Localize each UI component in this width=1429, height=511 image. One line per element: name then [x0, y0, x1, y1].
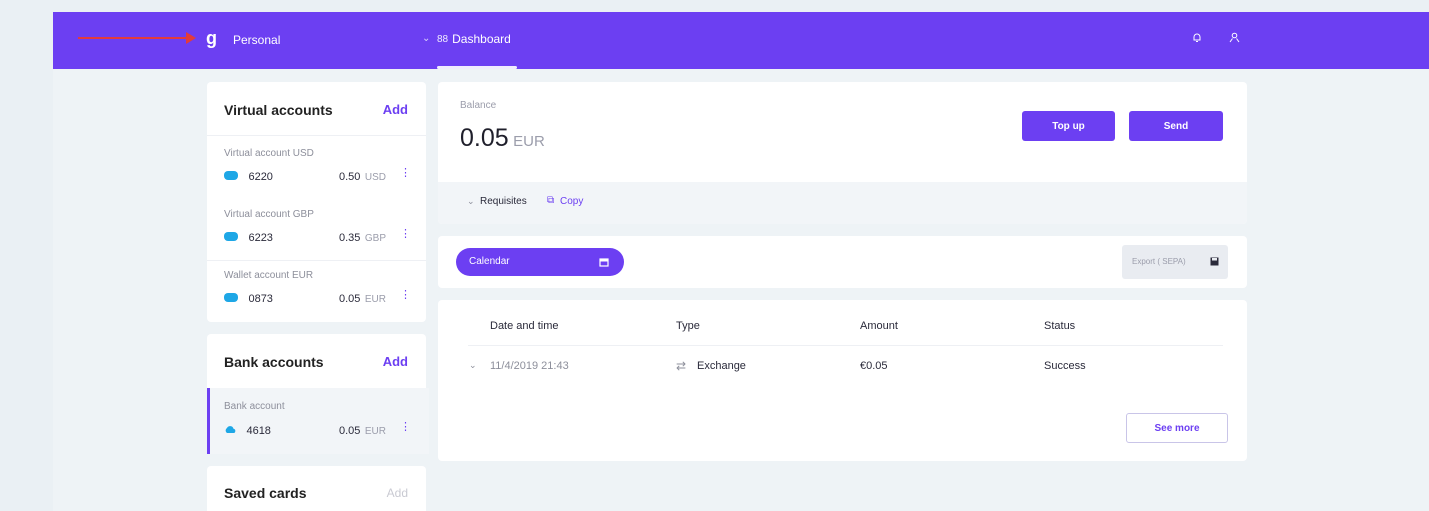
account-name: Virtual account GBP — [224, 209, 314, 220]
account-number: 0873 — [248, 293, 273, 305]
requisites-toggle[interactable]: Requisites — [480, 196, 527, 207]
balance-card: Balance 0.05 EUR Top up Send ⌄ Requisite… — [438, 82, 1247, 224]
table-row[interactable]: ⌄ 11/4/2019 21:43 ⇄ Exchange €0.05 Succe… — [438, 359, 1247, 376]
exchange-icon: ⇄ — [676, 359, 687, 373]
send-button[interactable]: Send — [1129, 111, 1223, 141]
add-bank-account-button[interactable]: Add — [383, 354, 408, 369]
account-number: 6223 — [248, 232, 273, 244]
card-chip-icon — [224, 171, 238, 181]
copy-link[interactable]: Copy — [560, 196, 583, 207]
account-currency: EUR — [364, 294, 386, 305]
calendar-icon — [599, 258, 609, 267]
chevron-down-icon[interactable]: ⌄ — [467, 196, 475, 207]
card-chip-icon — [224, 293, 238, 303]
save-icon — [1210, 257, 1219, 266]
row-amount: €0.05 — [860, 360, 888, 372]
row-type: Exchange — [697, 360, 746, 372]
export-label: Export ( SEPA) — [1132, 257, 1186, 266]
expand-row-icon[interactable]: ⌄ — [469, 360, 477, 371]
account-item[interactable]: Wallet account EUR 0873 0.05 EUR ⋮ — [224, 270, 414, 310]
see-more-button[interactable]: See more — [1126, 413, 1228, 443]
account-amount: 0.05 — [339, 293, 361, 305]
virtual-accounts-card: Virtual accounts Add Virtual account USD… — [207, 82, 426, 322]
export-sepa-button[interactable]: Export ( SEPA) — [1122, 245, 1228, 279]
divider — [468, 345, 1223, 346]
account-number: 4618 — [246, 425, 271, 437]
account-amount: 0.05 — [339, 425, 361, 437]
account-currency: EUR — [364, 426, 386, 437]
account-amount: 0.35 — [339, 232, 361, 244]
requisites-bar: ⌄ Requisites ⧉ Copy — [438, 182, 1247, 224]
column-header-status[interactable]: Status — [1044, 320, 1075, 332]
column-header-date[interactable]: Date and time — [490, 320, 558, 332]
top-up-button[interactable]: Top up — [1022, 111, 1115, 141]
bank-accounts-title: Bank accounts — [224, 354, 324, 370]
bank-cloud-icon — [225, 426, 236, 434]
card-chip-icon — [224, 232, 238, 242]
tab-dashboard-label: Dashboard — [452, 32, 511, 46]
account-item[interactable]: Virtual account GBP 6223 0.35 GBP ⋮ — [224, 209, 414, 249]
chevron-down-icon[interactable]: ⌄ — [422, 33, 430, 44]
app-logo[interactable]: g — [206, 28, 217, 49]
account-currency: USD — [364, 172, 386, 183]
more-options-icon[interactable]: ⋮ — [400, 420, 411, 433]
account-item-selected[interactable]: Bank account 4618 0.05 EUR ⋮ — [207, 388, 429, 454]
calendar-label: Calendar — [469, 256, 510, 267]
dashboard-grid-icon: 88 — [437, 33, 449, 45]
filter-bar: Calendar Export ( SEPA) — [438, 236, 1247, 288]
more-options-icon[interactable]: ⋮ — [400, 288, 411, 301]
calendar-picker[interactable]: Calendar — [456, 248, 624, 276]
active-tab-indicator — [437, 66, 517, 69]
saved-cards-card: Saved cards Add — [207, 466, 426, 511]
tab-dashboard[interactable]: 88 Dashboard — [437, 32, 511, 46]
account-number: 6220 — [248, 171, 273, 183]
add-virtual-account-button[interactable]: Add — [383, 102, 408, 117]
divider — [207, 135, 426, 136]
account-item[interactable]: Virtual account USD 6220 0.50 USD ⋮ — [224, 148, 414, 188]
add-card-button[interactable]: Add — [387, 486, 408, 500]
copy-icon[interactable]: ⧉ — [547, 195, 554, 206]
virtual-accounts-title: Virtual accounts — [224, 102, 333, 118]
row-status: Success — [1044, 360, 1086, 372]
balance-currency: EUR — [513, 133, 545, 150]
user-icon[interactable] — [1229, 32, 1240, 46]
annotation-arrow — [78, 37, 188, 39]
divider — [207, 260, 426, 261]
account-currency: GBP — [364, 233, 386, 244]
bank-accounts-card: Bank accounts Add Bank account 4618 0.05… — [207, 334, 429, 454]
account-name: Virtual account USD — [224, 148, 314, 159]
account-name: Wallet account EUR — [224, 270, 314, 281]
account-amount: 0.50 — [339, 171, 361, 183]
annotation-arrow-head — [186, 32, 196, 44]
balance-label: Balance — [460, 100, 497, 111]
account-name: Bank account — [224, 401, 285, 412]
table-header: Date and time Type Amount Status — [438, 320, 1247, 334]
saved-cards-title: Saved cards — [224, 485, 307, 501]
more-options-icon[interactable]: ⋮ — [400, 227, 411, 240]
column-header-type[interactable]: Type — [676, 320, 700, 332]
column-header-amount[interactable]: Amount — [860, 320, 898, 332]
bell-icon[interactable] — [1192, 32, 1202, 46]
row-date: 11/4/2019 21:43 — [490, 360, 569, 372]
profile-switcher[interactable]: Personal — [233, 33, 280, 47]
more-options-icon[interactable]: ⋮ — [400, 166, 411, 179]
transactions-card: Date and time Type Amount Status ⌄ 11/4/… — [438, 300, 1247, 461]
balance-amount: 0.05 — [460, 124, 509, 152]
